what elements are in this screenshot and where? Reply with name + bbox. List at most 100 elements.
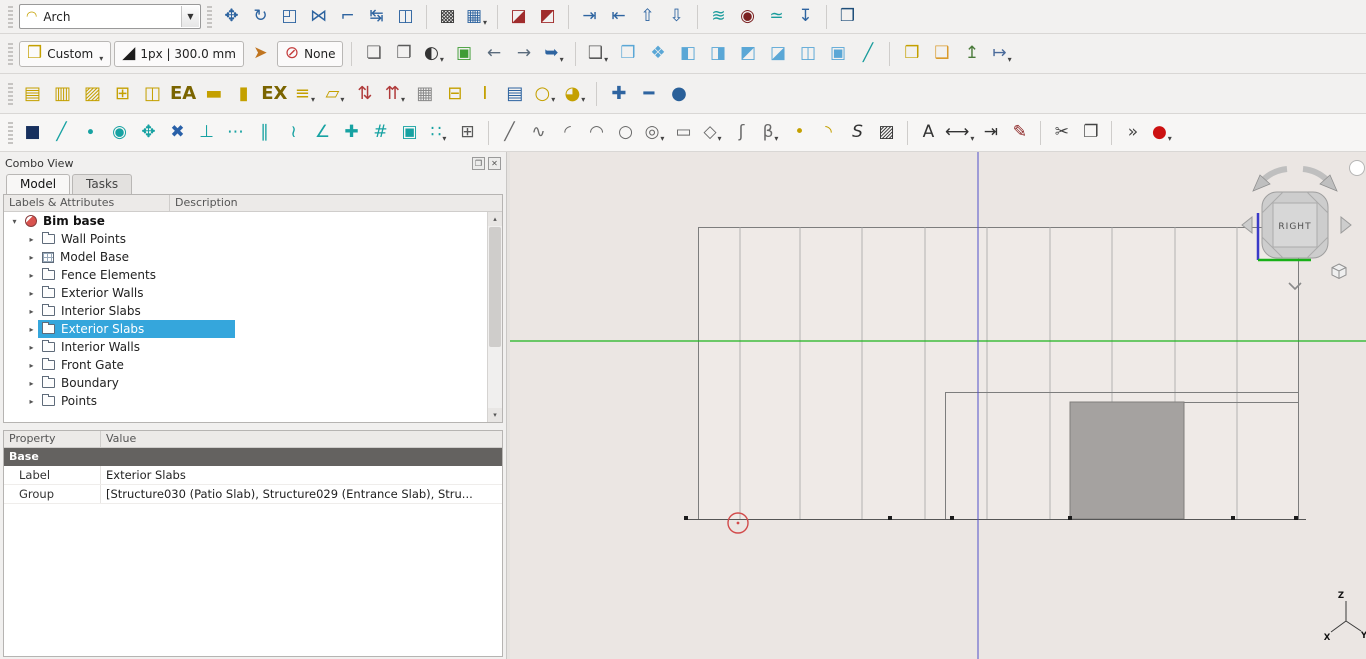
tree-item[interactable]: ▸Points: [4, 392, 487, 410]
scroll-up-icon[interactable]: ▴: [488, 212, 502, 226]
hatch-icon[interactable]: ▨: [873, 119, 900, 147]
tree-item[interactable]: ▸Exterior Slabs: [4, 320, 487, 338]
open-file-icon[interactable]: ❑: [928, 40, 955, 68]
panel-titlebar[interactable]: Combo View ❐ ✕: [3, 154, 503, 172]
tree-item[interactable]: ▸Wall Points: [4, 230, 487, 248]
panel-splitter[interactable]: [3, 423, 503, 430]
rectangle-tool-icon[interactable]: ▭: [670, 119, 697, 147]
nav-cube-face-label[interactable]: RIGHT: [1278, 222, 1311, 232]
nav-settings-button[interactable]: [1350, 161, 1365, 176]
bounding-box-icon[interactable]: ❒: [614, 40, 641, 68]
bim-setup-icon[interactable]: ●: [665, 80, 692, 108]
view-3d-icon[interactable]: ❒: [834, 3, 861, 31]
facebinder-icon[interactable]: ▩: [434, 3, 461, 31]
ellipse-tool-icon[interactable]: ◎▾: [641, 119, 668, 147]
dropdown-arrow-icon[interactable]: ▾: [560, 55, 564, 67]
annotation-arrow-icon[interactable]: ➤: [247, 40, 274, 68]
view-rear-icon[interactable]: ◫: [794, 40, 821, 68]
grid-snap-icon[interactable]: #: [367, 119, 394, 147]
property-value[interactable]: Exterior Slabs: [101, 466, 502, 484]
selection-view-icon[interactable]: ▣: [450, 40, 477, 68]
expander-icon[interactable]: ▸: [25, 271, 38, 280]
array-tools-icon[interactable]: ▦▾: [463, 3, 490, 31]
profile-icon[interactable]: I: [471, 80, 498, 108]
cut-icon[interactable]: ✂: [1048, 119, 1075, 147]
dropdown-arrow-icon[interactable]: ▾: [311, 95, 315, 107]
structure-icon[interactable]: ◫: [139, 80, 166, 108]
grid-settings-icon[interactable]: ⊞: [454, 119, 481, 147]
constraint-lock-icon[interactable]: ■: [19, 119, 46, 147]
axis-icon[interactable]: ⇅: [351, 80, 378, 108]
section-plane-icon[interactable]: ⊟: [441, 80, 468, 108]
snap-settings-icon[interactable]: ∷▾: [425, 119, 452, 147]
scrollbar-thumb[interactable]: [489, 227, 501, 347]
view-bottom-icon[interactable]: ▣: [824, 40, 851, 68]
grid-toggle-icon[interactable]: ▣: [396, 119, 423, 147]
toolbar-handle[interactable]: [8, 6, 13, 28]
macro-record-icon[interactable]: ●▾: [1148, 119, 1175, 147]
view-front-icon[interactable]: ◨: [704, 40, 731, 68]
tree-item[interactable]: ▾Bim base: [4, 212, 487, 230]
property-value[interactable]: [Structure030 (Patio Slab), Structure029…: [101, 485, 502, 503]
leader-tool-icon[interactable]: ⇥: [977, 119, 1004, 147]
draft-stretch-icon[interactable]: ◫: [392, 3, 419, 31]
schedule-icon[interactable]: ▤: [501, 80, 528, 108]
fillet-tool-icon[interactable]: ◝: [815, 119, 842, 147]
dropdown-arrow-icon[interactable]: ▾: [970, 134, 974, 146]
arc-tool-icon[interactable]: ◜: [554, 119, 581, 147]
ifc-explorer-icon[interactable]: ◉: [734, 3, 761, 31]
constraint-point-on-object-icon[interactable]: ◉: [106, 119, 133, 147]
share-icon[interactable]: ↦▾: [988, 40, 1015, 68]
profile-ea-icon[interactable]: EA: [169, 80, 197, 108]
draft-trimex-icon[interactable]: ↹: [363, 3, 390, 31]
survey-icon[interactable]: ≋: [705, 3, 732, 31]
property-header-value[interactable]: Value: [101, 431, 502, 447]
close-panel-button[interactable]: ✕: [488, 157, 501, 170]
join-icon[interactable]: ⇥: [576, 3, 603, 31]
selected-slab-face[interactable]: [1070, 402, 1184, 519]
constraint-block-icon[interactable]: ✖: [164, 119, 191, 147]
spline-tool-icon[interactable]: ʃ: [728, 119, 755, 147]
tree-item[interactable]: ▸Boundary: [4, 374, 487, 392]
circle-tool-icon[interactable]: ○: [612, 119, 639, 147]
dropdown-arrow-icon[interactable]: ▾: [718, 134, 722, 146]
snap-toggle-icon[interactable]: ✚: [338, 119, 365, 147]
split-icon[interactable]: ⇤: [605, 3, 632, 31]
3d-viewport[interactable]: RIGHT Z X Y: [510, 152, 1366, 659]
clipboard-stack-icon[interactable]: ❑▾: [584, 40, 611, 68]
dropdown-arrow-icon[interactable]: ▼: [181, 6, 199, 27]
polyline-tool-icon[interactable]: ∿: [525, 119, 552, 147]
draft-offset-icon[interactable]: ⌐: [334, 3, 361, 31]
view-fit-icon[interactable]: ❖: [644, 40, 671, 68]
dropdown-arrow-icon[interactable]: ▾: [440, 55, 444, 67]
stylesheet-icon[interactable]: S: [844, 119, 871, 147]
expander-icon[interactable]: ▸: [25, 379, 38, 388]
text-tool-icon[interactable]: A: [915, 119, 942, 147]
dropdown-arrow-icon[interactable]: ▾: [660, 134, 664, 146]
expander-icon[interactable]: ▸: [25, 307, 38, 316]
window-icon[interactable]: ⊞: [109, 80, 136, 108]
nav-forward-icon[interactable]: →: [510, 40, 537, 68]
constraint-perpendicular-icon[interactable]: ⊥: [193, 119, 220, 147]
downgrade-icon[interactable]: ⇩: [663, 3, 690, 31]
constraint-angle-icon[interactable]: ∠: [309, 119, 336, 147]
dimension-tool-icon[interactable]: ⟷▾: [944, 119, 975, 147]
draft-scale-icon[interactable]: ◰: [276, 3, 303, 31]
annotation-style-icon[interactable]: ✎: [1006, 119, 1033, 147]
axis-system-icon[interactable]: ⇈▾: [381, 80, 408, 108]
tree-item[interactable]: ▸Front Gate: [4, 356, 487, 374]
dropdown-arrow-icon[interactable]: ▾: [340, 95, 344, 107]
selection-box-icon[interactable]: ❏: [360, 40, 387, 68]
measure-icon[interactable]: ╱: [854, 40, 881, 68]
view-top-icon[interactable]: ◩: [734, 40, 761, 68]
draft-move-icon[interactable]: ✥: [218, 3, 245, 31]
workbench-selector[interactable]: ◠ Arch ▼: [19, 4, 201, 29]
selection-back-icon[interactable]: ❐: [390, 40, 417, 68]
link-select-icon[interactable]: ➥▾: [540, 40, 567, 68]
dropdown-arrow-icon[interactable]: ▾: [774, 134, 778, 146]
tree-item[interactable]: ▸Model Base: [4, 248, 487, 266]
property-row[interactable]: LabelExterior Slabs: [4, 466, 502, 485]
point-tool-icon[interactable]: •: [786, 119, 813, 147]
tree-header-labels[interactable]: Labels & Attributes: [4, 195, 170, 211]
tree-header[interactable]: Labels & Attributes Description: [4, 195, 502, 212]
